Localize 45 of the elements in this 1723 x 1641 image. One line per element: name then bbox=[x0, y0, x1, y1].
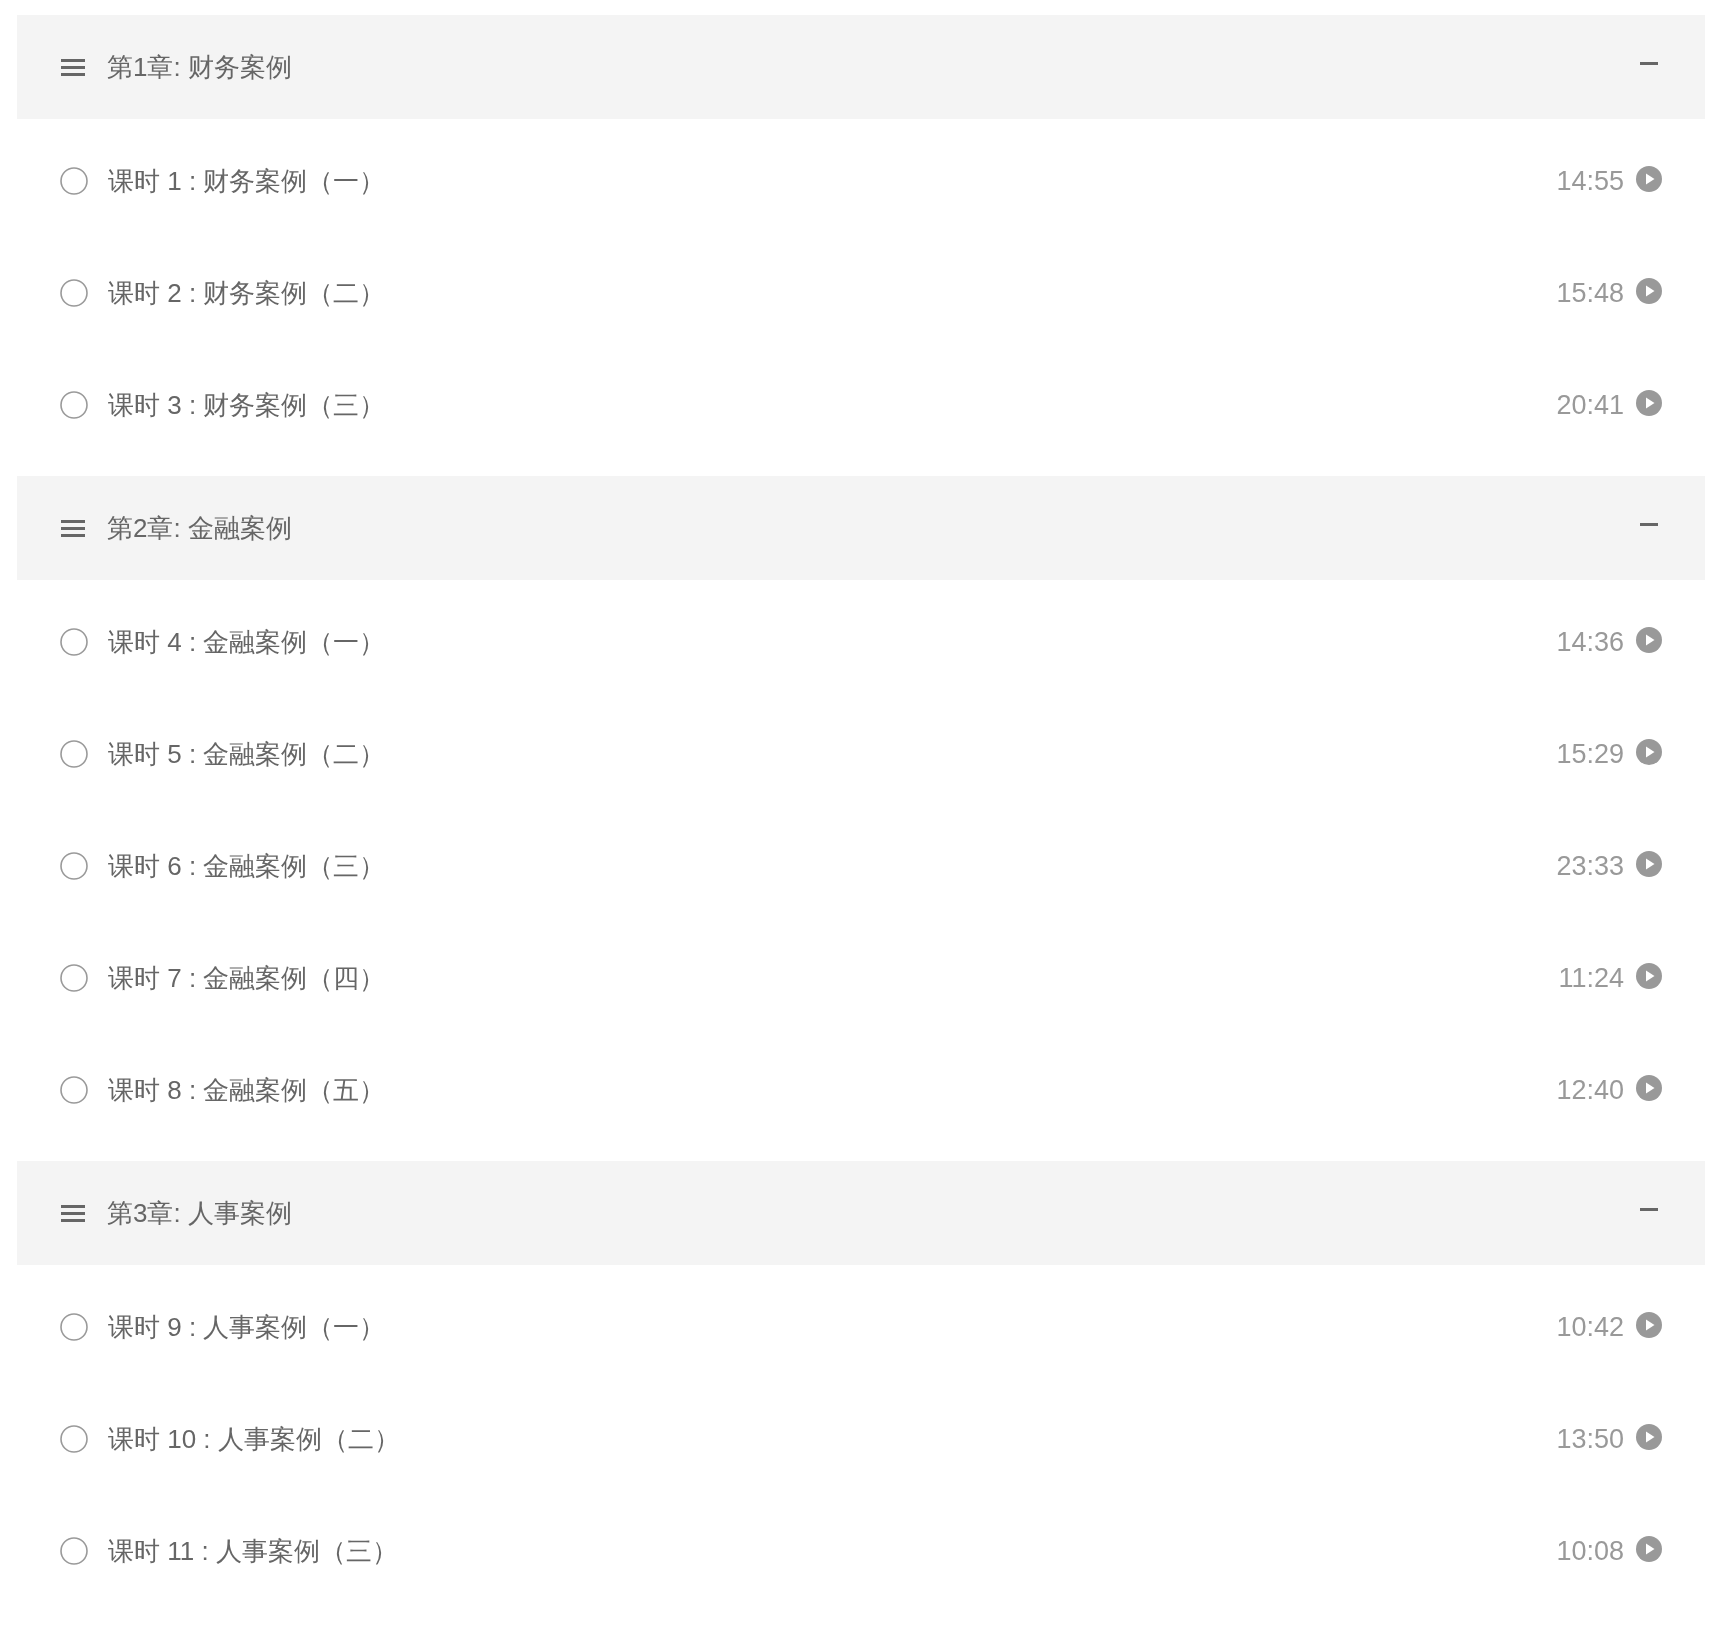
menu-icon bbox=[61, 58, 85, 76]
lesson-duration: 20:41 bbox=[1556, 389, 1624, 421]
lesson-duration: 10:42 bbox=[1556, 1311, 1624, 1343]
lesson-title[interactable]: 课时 10 : 人事案例（二） bbox=[108, 1421, 1557, 1457]
chapter-header[interactable]: 第1章: 财务案例 bbox=[17, 15, 1705, 119]
chapter-title: 第2章: 金融案例 bbox=[107, 511, 293, 545]
menu-icon bbox=[61, 1204, 85, 1222]
lesson-title[interactable]: 课时 4 : 金融案例（一） bbox=[108, 624, 1557, 660]
play-icon[interactable] bbox=[1636, 851, 1662, 877]
minus-icon[interactable] bbox=[1640, 522, 1658, 526]
menu-icon bbox=[61, 519, 85, 537]
lesson-title[interactable]: 课时 3 : 财务案例（三） bbox=[108, 387, 1557, 423]
chapter-header[interactable]: 第3章: 人事案例 bbox=[17, 1161, 1705, 1265]
play-icon[interactable] bbox=[1636, 278, 1662, 304]
lesson-duration: 11:24 bbox=[1558, 962, 1624, 994]
lesson-title[interactable]: 课时 5 : 金融案例（二） bbox=[108, 736, 1557, 772]
minus-icon[interactable] bbox=[1640, 61, 1658, 65]
lesson-title[interactable]: 课时 7 : 金融案例（四） bbox=[108, 960, 1559, 996]
lesson-duration: 10:08 bbox=[1556, 1535, 1624, 1567]
lesson-duration: 23:33 bbox=[1556, 850, 1624, 882]
play-icon[interactable] bbox=[1636, 1075, 1662, 1101]
play-icon[interactable] bbox=[1636, 390, 1662, 416]
play-icon[interactable] bbox=[1636, 1424, 1662, 1450]
lesson-title[interactable]: 课时 9 : 人事案例（一） bbox=[108, 1309, 1557, 1345]
lesson-title[interactable]: 课时 2 : 财务案例（二） bbox=[108, 275, 1557, 311]
play-icon[interactable] bbox=[1636, 627, 1662, 653]
play-icon[interactable] bbox=[1636, 739, 1662, 765]
lesson-title[interactable]: 课时 6 : 金融案例（三） bbox=[108, 848, 1557, 884]
lesson-duration: 14:55 bbox=[1556, 165, 1624, 197]
play-icon[interactable] bbox=[1636, 963, 1662, 989]
lesson-title[interactable]: 课时 1 : 财务案例（一） bbox=[108, 163, 1557, 199]
lesson-duration: 13:50 bbox=[1556, 1423, 1624, 1455]
chapter-title: 第3章: 人事案例 bbox=[107, 1196, 293, 1230]
lesson-duration: 12:40 bbox=[1556, 1074, 1624, 1106]
lesson-duration: 15:48 bbox=[1556, 277, 1624, 309]
lesson-duration: 14:36 bbox=[1556, 626, 1624, 658]
lesson-duration: 15:29 bbox=[1556, 738, 1624, 770]
play-icon[interactable] bbox=[1636, 166, 1662, 192]
play-icon[interactable] bbox=[1636, 1536, 1662, 1562]
play-icon[interactable] bbox=[1636, 1312, 1662, 1338]
lesson-title[interactable]: 课时 8 : 金融案例（五） bbox=[108, 1072, 1557, 1108]
lesson-title[interactable]: 课时 11 : 人事案例（三） bbox=[108, 1533, 1557, 1569]
chapter-header[interactable]: 第2章: 金融案例 bbox=[17, 476, 1705, 580]
chapter-title: 第1章: 财务案例 bbox=[107, 50, 293, 84]
minus-icon[interactable] bbox=[1640, 1207, 1658, 1211]
